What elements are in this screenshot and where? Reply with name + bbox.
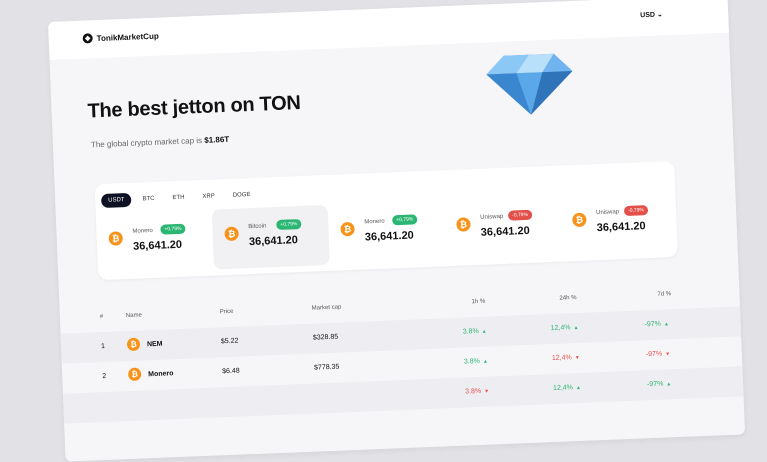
change-7d: -97% ▼ <box>645 350 671 359</box>
ticker-value: 36,641.20 <box>364 229 415 244</box>
row-number: 2 <box>102 372 107 381</box>
chevron-down-icon: ⌄ <box>656 11 663 19</box>
tab-eth[interactable]: ETH <box>165 190 192 205</box>
row-number: 1 <box>100 342 106 351</box>
change-badge: +0,79% <box>160 223 186 235</box>
tab-btc[interactable]: BTC <box>135 192 162 207</box>
change-24h: 12,4% ▲ <box>550 324 579 333</box>
tab-xrp[interactable]: XRP <box>195 189 222 204</box>
currency-selector[interactable]: USD ⌄ <box>640 10 663 19</box>
bitcoin-icon: ₿ <box>126 337 141 352</box>
coin-market-cap: $778.35 <box>313 363 340 372</box>
brand-name: TonikMarketCup <box>96 31 159 43</box>
col-7d[interactable]: 7d % <box>657 291 671 298</box>
coin-name: Monero <box>148 370 174 379</box>
bitcoin-icon: ₿ <box>340 221 355 237</box>
bitcoin-icon: ₿ <box>456 217 471 232</box>
ticker-name: Uniswap <box>480 213 504 221</box>
change-24h: 12,4% ▲ <box>552 384 582 393</box>
hero-subtitle-text: The global crypto market cap is <box>90 135 203 150</box>
bitcoin-icon: ₿ <box>224 226 239 242</box>
hero-subtitle: The global crypto market cap is $1.86T <box>91 135 230 150</box>
coin-name: NEM <box>146 340 163 349</box>
ticker-item[interactable]: ₿ Monero +0,79% 36,641.20 <box>96 210 214 275</box>
brand-logo[interactable]: TonikMarketCup <box>82 31 159 44</box>
col-24h[interactable]: 24h % <box>559 295 576 302</box>
ticker-item[interactable]: ₿ Uniswap -0,79% 36,641.20 <box>443 196 561 261</box>
change-7d: -97% ▲ <box>644 320 670 329</box>
ticker-value: 36,641.20 <box>480 224 530 239</box>
ticker-value: 36,641.20 <box>248 234 299 249</box>
ticker-card: USDT BTC ETH XRP DOGE ₿ Monero +0,79% 36… <box>94 160 678 281</box>
tab-usdt[interactable]: USDT <box>100 192 132 209</box>
heart-logo-icon <box>82 33 93 44</box>
bitcoin-icon: ₿ <box>127 367 142 382</box>
change-badge: -0,79% <box>623 205 649 217</box>
coin-price: $5.22 <box>220 337 239 346</box>
col-price[interactable]: Price <box>220 309 234 316</box>
ticker-item[interactable]: ₿ Uniswap -0,79% 36,641.20 <box>559 191 677 256</box>
ticker-value: 36,641.20 <box>596 220 646 235</box>
col-1h[interactable]: 1h % <box>471 299 485 306</box>
ticker-name: Monero <box>364 218 385 226</box>
diamond-icon <box>486 53 573 115</box>
ticker-value: 36,641.20 <box>132 238 183 253</box>
ticker-name: Monero <box>132 227 153 235</box>
top-bar: TonikMarketCup USD ⌄ <box>48 0 729 60</box>
ticker-item[interactable]: ₿ Bitcoin +0,79% 36,641.20 <box>211 204 330 270</box>
crypto-table: # Name Price Market cap 1h % 24h % 7d % … <box>59 276 744 424</box>
currency-label: USD <box>640 11 656 20</box>
currency-tabs: USDT BTC ETH XRP DOGE <box>100 188 258 209</box>
change-1h: 3.8% ▲ <box>463 357 489 366</box>
coin-price: $6.48 <box>222 367 240 376</box>
change-1h: 3.8% ▲ <box>462 327 487 336</box>
bitcoin-icon: ₿ <box>572 212 587 228</box>
change-badge: +0,79% <box>276 218 302 230</box>
ticker-name: Bitcoin <box>248 223 267 231</box>
coin-market-cap: $328.85 <box>312 333 339 342</box>
change-badge: +0,79% <box>392 214 418 226</box>
app-window: TonikMarketCup USD ⌄ The best jetton on … <box>48 0 746 462</box>
change-7d: -97% ▲ <box>646 380 672 389</box>
ticker-name: Uniswap <box>595 209 620 217</box>
bitcoin-icon: ₿ <box>108 231 124 246</box>
col-market-cap[interactable]: Market cap <box>312 304 342 311</box>
change-24h: 12,4% ▼ <box>551 354 580 363</box>
col-name[interactable]: Name <box>126 312 142 319</box>
hero-title: The best jetton on TON <box>87 91 301 123</box>
change-1h: 3.8% ▼ <box>465 387 490 396</box>
change-badge: -0,79% <box>507 209 533 221</box>
market-cap-value: $1.86T <box>204 134 230 145</box>
ticker-item[interactable]: ₿ Monero +0,79% 36,641.20 <box>328 200 446 265</box>
tab-doge[interactable]: DOGE <box>226 188 258 203</box>
col-number: # <box>99 314 104 321</box>
